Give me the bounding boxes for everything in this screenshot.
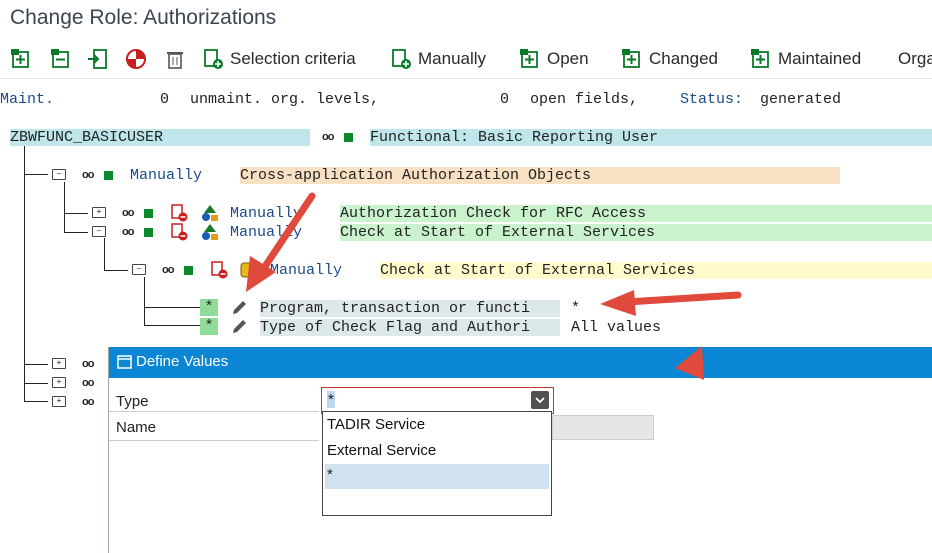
shapes-icon[interactable]	[201, 204, 219, 222]
auth-status: Manually	[270, 262, 343, 279]
collapse-icon[interactable]	[50, 48, 72, 70]
role-description: Functional: Basic Reporting User	[370, 129, 932, 146]
status-green-icon	[344, 133, 353, 142]
chain-icon: oo	[322, 131, 334, 143]
pencil-icon[interactable]	[230, 318, 248, 336]
selection-criteria-button[interactable]: Selection criteria	[230, 49, 356, 69]
maintained-button[interactable]: Maintained	[778, 49, 861, 69]
status-green-icon	[104, 171, 113, 180]
field2-label: Type of Check Flag and Authori	[260, 319, 560, 336]
deactivate-icon[interactable]	[125, 48, 147, 70]
open-icon[interactable]	[519, 48, 541, 70]
chain-icon: oo	[82, 396, 94, 408]
name-label: Name	[116, 419, 157, 436]
dropdown-option-label: *	[327, 466, 333, 483]
open-button[interactable]: Open	[547, 49, 589, 69]
dropdown-option-selected[interactable]: *	[325, 464, 549, 489]
selection-criteria-icon[interactable]	[202, 48, 224, 70]
dialog-window-icon	[117, 355, 132, 369]
chain-icon: oo	[82, 358, 94, 370]
transfer-icon[interactable]	[86, 48, 108, 70]
status-green-icon	[144, 209, 153, 218]
field1-value: *	[571, 300, 581, 317]
obj1-text: Authorization Check for RFC Access	[340, 205, 932, 222]
auth-text: Check at Start of External Services	[380, 262, 932, 279]
dropdown-option[interactable]: TADIR Service	[327, 416, 425, 433]
doc-delete-icon[interactable]	[170, 204, 188, 222]
manually-icon[interactable]	[390, 48, 412, 70]
type-dropdown-list: TADIR Service External Service *	[322, 411, 552, 516]
folder-open-icon[interactable]: –	[132, 264, 146, 275]
organization-button[interactable]: Orga	[898, 49, 932, 69]
status-green-icon	[184, 266, 193, 275]
status-green-icon	[144, 228, 153, 237]
key-icon[interactable]	[240, 261, 260, 279]
manually-button[interactable]: Manually	[418, 49, 486, 69]
field1-value-cell[interactable]: *	[200, 299, 218, 316]
chain-icon: oo	[122, 207, 134, 219]
field1-label: Program, transaction or functi	[260, 300, 560, 317]
changed-icon[interactable]	[621, 48, 643, 70]
open-count: 0	[500, 91, 510, 108]
maintained-icon[interactable]	[750, 48, 772, 70]
toolbar: Selection criteria Manually Open Changed…	[0, 40, 932, 79]
shapes-icon[interactable]	[201, 223, 219, 241]
status-label: Status:	[680, 91, 744, 108]
obj2-text: Check at Start of External Services	[340, 224, 932, 241]
folder-closed-icon[interactable]: +	[52, 358, 66, 369]
role-name[interactable]: ZBWFUNC_BASICUSER	[10, 129, 310, 146]
folder-closed-icon[interactable]: +	[52, 377, 66, 388]
pencil-icon[interactable]	[230, 299, 248, 317]
field2-value: All values	[571, 319, 662, 336]
chevron-down-icon[interactable]	[531, 391, 549, 409]
unmaint-count: 0	[160, 91, 170, 108]
type-select[interactable]: *	[321, 387, 554, 414]
obj1-status: Manually	[230, 205, 303, 222]
obj2-status: Manually	[230, 224, 303, 241]
class-text: Cross-application Authorization Objects	[240, 167, 840, 184]
type-select-value: *	[327, 391, 335, 408]
field2-value-cell[interactable]: *	[200, 318, 218, 335]
changed-button[interactable]: Changed	[649, 49, 718, 69]
arrow-2-icon	[624, 291, 742, 306]
type-label: Type	[116, 393, 149, 410]
folder-open-icon[interactable]: –	[52, 169, 66, 180]
status-value: generated	[760, 91, 842, 108]
chain-icon: oo	[162, 264, 174, 276]
open-fields-text: open fields,	[530, 91, 639, 108]
chain-icon: oo	[82, 377, 94, 389]
class-status: Manually	[130, 167, 203, 184]
unmaint-text: unmaint. org. levels,	[190, 91, 380, 108]
chain-icon: oo	[82, 169, 94, 181]
dialog-title: Define Values	[136, 353, 229, 370]
maint-label: Maint.	[0, 91, 55, 108]
arrow-2-head	[600, 290, 636, 316]
folder-closed-icon[interactable]: +	[52, 396, 66, 407]
dropdown-option[interactable]: External Service	[327, 442, 436, 459]
expand-icon[interactable]	[10, 48, 32, 70]
folder-open-icon[interactable]: –	[92, 226, 106, 237]
delete-icon[interactable]	[164, 48, 186, 70]
name-field[interactable]	[552, 415, 654, 440]
folder-closed-icon[interactable]: +	[92, 207, 106, 218]
window-title: Change Role: Authorizations	[10, 6, 277, 29]
doc-delete-icon[interactable]	[210, 261, 228, 279]
chain-icon: oo	[122, 226, 134, 238]
doc-delete-icon[interactable]	[170, 223, 188, 241]
dialog-header[interactable]: Define Values	[109, 347, 932, 378]
